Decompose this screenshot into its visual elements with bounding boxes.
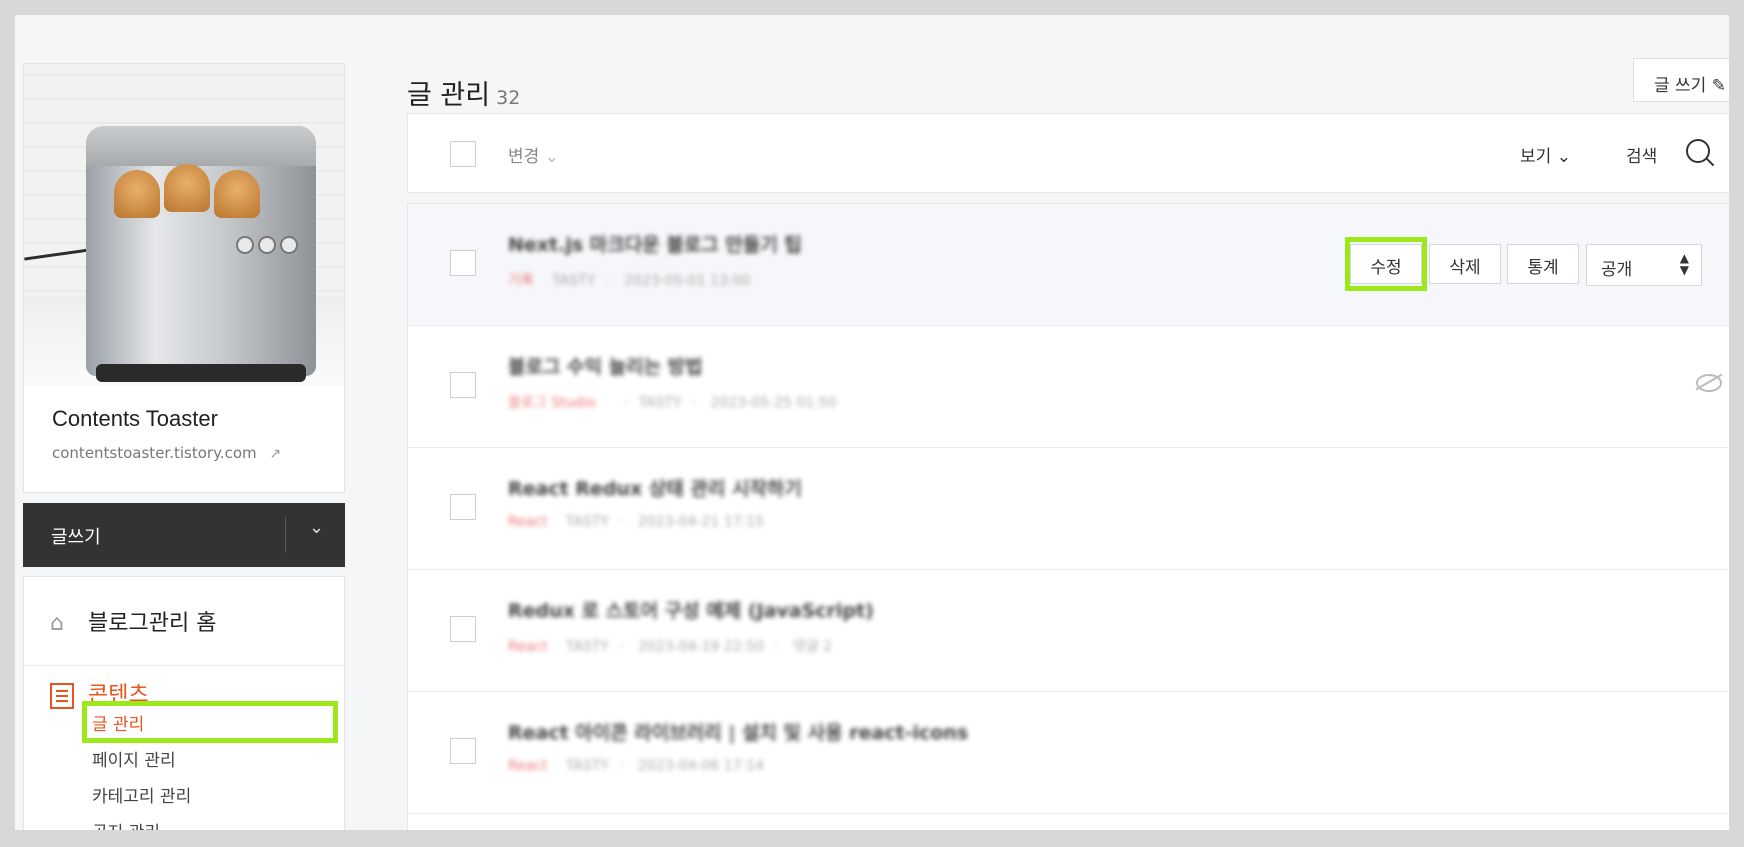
visibility-select[interactable]: 공개 ▲ ▼: [1586, 244, 1702, 286]
post-title[interactable]: React Redux 상태 관리 시작하기: [508, 474, 802, 501]
post-meta: React TASTY · 2023-04-21 17:15: [508, 514, 765, 530]
page-title-text: 글 관리: [407, 80, 491, 111]
highlight-box-sidebar: [82, 701, 338, 743]
post-title[interactable]: Redux 로 스토어 구성 예제 (JavaScript): [508, 596, 874, 623]
view-dropdown[interactable]: 보기 ⌄: [1520, 142, 1571, 167]
chevron-down-icon[interactable]: ⌄: [309, 517, 324, 538]
select-all-checkbox[interactable]: [450, 141, 476, 167]
write-post-label[interactable]: 글쓰기: [51, 523, 101, 549]
post-checkbox[interactable]: [450, 616, 476, 642]
blog-profile-card: Contents Toaster contentstoaster.tistory…: [23, 63, 345, 493]
post-date: 2023-05-01 13:00: [624, 273, 751, 289]
bulk-change-label[interactable]: 변경: [508, 147, 539, 167]
bulk-change-dropdown[interactable]: 변경 ⌄: [508, 142, 559, 167]
post-checkbox[interactable]: [450, 372, 476, 398]
post-date: 2023-05-25 01:50: [710, 395, 837, 411]
post-author: TASTY: [565, 514, 609, 530]
new-post-label[interactable]: 글 쓰기: [1654, 76, 1706, 96]
hidden-eye-icon: [1696, 374, 1722, 392]
post-date: 2023-04-21 17:15: [637, 514, 765, 530]
post-title[interactable]: Next.js 마크다운 블로그 만들기 팁: [508, 230, 802, 257]
post-list: Next.js 마크다운 블로그 만들기 팁 기록 TASTY · 2023-05…: [407, 203, 1729, 830]
button-divider: [285, 517, 286, 553]
post-meta: 기록 TASTY · 2023-05-01 13:00: [508, 273, 751, 289]
post-checkbox[interactable]: [450, 738, 476, 764]
blog-name: Contents Toaster: [52, 406, 218, 431]
chevron-down-icon: ⌄: [544, 147, 559, 167]
post-title[interactable]: React 아이콘 라이브러리 | 설치 및 사용 react-icons: [508, 718, 968, 745]
post-author: TASTY: [552, 273, 596, 289]
menu-divider: [24, 665, 344, 666]
list-toolbar: 변경 ⌄ 보기 ⌄ 검색: [407, 113, 1729, 193]
post-checkbox[interactable]: [450, 250, 476, 276]
home-icon: ⌂: [50, 611, 64, 636]
new-post-button[interactable]: 글 쓰기 ✎: [1633, 58, 1729, 102]
post-row[interactable]: React 아이콘 라이브러리 | 설치 및 사용 react-icons Re…: [408, 692, 1729, 814]
visibility-value[interactable]: 공개: [1601, 260, 1632, 280]
external-link-icon[interactable]: ↗: [269, 446, 281, 462]
blog-url-link[interactable]: contentstoaster.tistory.com ↗: [52, 444, 281, 462]
sidebar-item-home[interactable]: ⌂ 블로그관리 홈: [50, 605, 216, 637]
post-row[interactable]: Next.js 마크다운 블로그 만들기 팁 기록 TASTY · 2023-05…: [408, 204, 1729, 326]
stats-button[interactable]: 통계: [1507, 244, 1579, 284]
post-date: 2023-04-06 17:14: [637, 758, 765, 774]
post-category[interactable]: 블로그 Studio: [508, 395, 596, 411]
sidebar-item-notice-management[interactable]: 공지 관리: [92, 818, 160, 830]
sidebar-item-page-management[interactable]: 페이지 관리: [92, 746, 176, 771]
sidebar-home-label[interactable]: 블로그관리 홈: [88, 611, 216, 636]
post-title[interactable]: 블로그 수익 늘리는 방법: [508, 352, 703, 379]
post-meta: React TASTY · 2023-04-06 17:14: [508, 758, 765, 774]
highlight-box-edit: [1345, 237, 1427, 291]
post-author: TASTY: [565, 758, 609, 774]
post-category[interactable]: React: [508, 758, 547, 774]
document-icon: [50, 683, 74, 709]
post-comments: 댓글 2: [792, 639, 833, 655]
select-arrows-icon: ▲ ▼: [1679, 251, 1689, 277]
delete-button[interactable]: 삭제: [1429, 244, 1501, 284]
post-row[interactable]: 블로그 수익 늘리는 방법 블로그 Studio · TASTY · 2023-05…: [408, 326, 1729, 448]
sidebar-menu: ⌂블로그관리 홈 콘텐츠 글 관리 페이지 관리 카테고리 관리 공지 관리: [23, 576, 345, 830]
sidebar-item-category-management[interactable]: 카테고리 관리: [92, 782, 191, 807]
post-author: TASTY: [638, 395, 682, 411]
search-label[interactable]: 검색: [1626, 142, 1657, 167]
blog-admin-window: Contents Toaster contentstoaster.tistory…: [15, 15, 1729, 830]
post-row[interactable]: React Redux 상태 관리 시작하기 React TASTY · 2023…: [408, 448, 1729, 570]
blog-url-text[interactable]: contentstoaster.tistory.com: [52, 444, 257, 462]
post-author: TASTY: [565, 639, 609, 655]
page-title: 글 관리 32: [407, 73, 520, 112]
post-checkbox[interactable]: [450, 494, 476, 520]
chevron-down-icon: ⌄: [1556, 147, 1571, 167]
post-category[interactable]: 기록: [508, 273, 534, 289]
pencil-icon: ✎: [1711, 76, 1726, 96]
blog-thumbnail-image: [24, 64, 344, 386]
post-meta: React TASTY · 2023-04-19 22:50 · 댓글 2: [508, 639, 833, 655]
post-category[interactable]: React: [508, 639, 547, 655]
post-category[interactable]: React: [508, 514, 547, 530]
search-icon[interactable]: [1686, 139, 1710, 163]
view-label[interactable]: 보기: [1520, 147, 1551, 167]
post-date: 2023-04-19 22:50: [637, 639, 765, 655]
post-meta: 블로그 Studio · TASTY · 2023-05-25 01:50: [508, 395, 837, 411]
post-count: 32: [496, 87, 521, 109]
toaster-illustration: [86, 126, 316, 382]
write-post-button[interactable]: 글쓰기 ⌄: [23, 503, 345, 567]
post-row[interactable]: Redux 로 스토어 구성 예제 (JavaScript) React TAS…: [408, 570, 1729, 692]
